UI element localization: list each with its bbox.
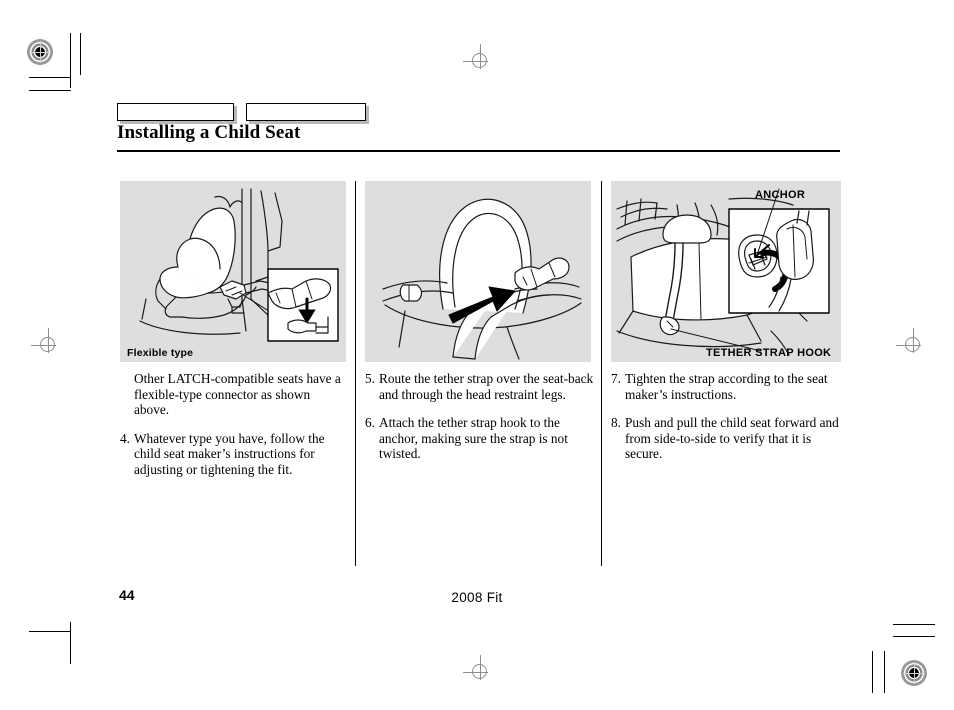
illustration-panel-flexible-type bbox=[120, 181, 346, 362]
paragraph: 4. Whatever type you have, follow the ch… bbox=[120, 431, 345, 478]
paragraph-number: 7. bbox=[611, 371, 621, 386]
registration-crosshair-top-center bbox=[463, 44, 497, 78]
paragraph-number: 5. bbox=[365, 371, 375, 386]
paragraph-text: Route the tether strap over the seat-bac… bbox=[379, 371, 594, 402]
crop-mark-top-left-vertical-outer bbox=[80, 33, 81, 75]
paragraph-text: Other LATCH-compatible seats have a flex… bbox=[134, 371, 341, 418]
registration-crosshair-left bbox=[31, 328, 65, 362]
registration-crosshair-right bbox=[896, 328, 930, 362]
crop-mark-bottom-right-horizontal-outer bbox=[893, 624, 935, 625]
paragraph-number: 8. bbox=[611, 415, 621, 431]
paragraph-text: Whatever type you have, follow the child… bbox=[134, 430, 325, 477]
crop-mark-top-left-horizontal-outer bbox=[29, 90, 71, 91]
footer-model-year: 2008 Fit bbox=[451, 590, 503, 605]
paragraph-text: Tighten the strap according to the seat … bbox=[625, 371, 828, 402]
header-tab-1[interactable] bbox=[117, 103, 234, 121]
registration-target-top-left bbox=[27, 39, 53, 65]
paragraph-number: 6. bbox=[365, 415, 375, 431]
callout-label-anchor: ANCHOR bbox=[755, 189, 806, 201]
paragraph-text: Attach the tether strap hook to the anch… bbox=[379, 415, 568, 462]
illustration-panel-tether-routing bbox=[365, 181, 591, 362]
callout-label-tether-strap-hook: TETHER STRAP HOOK bbox=[706, 347, 832, 359]
paragraph: 7. Tighten the strap according to the se… bbox=[611, 371, 841, 402]
registration-crosshair-bottom-center bbox=[463, 655, 497, 689]
header-tab-2[interactable] bbox=[246, 103, 366, 121]
title-underline-rule bbox=[117, 150, 840, 152]
crop-mark-top-left-horizontal bbox=[29, 77, 71, 78]
paragraph: Other LATCH-compatible seats have a flex… bbox=[120, 371, 345, 418]
crop-mark-bottom-left-horizontal bbox=[29, 631, 71, 632]
text-column-right: 7. Tighten the strap according to the se… bbox=[611, 371, 841, 475]
text-column-left: Other LATCH-compatible seats have a flex… bbox=[120, 371, 345, 491]
column-divider-2 bbox=[601, 181, 602, 566]
crop-mark-bottom-right-vertical bbox=[884, 651, 885, 693]
panel-caption-flexible-type: Flexible type bbox=[127, 347, 194, 359]
paragraph-number: 4. bbox=[120, 430, 130, 446]
column-divider-1 bbox=[355, 181, 356, 566]
crop-mark-top-left-vertical bbox=[70, 33, 71, 88]
illustration-panel-anchor bbox=[611, 181, 841, 362]
paragraph-text: Push and pull the child seat forward and… bbox=[625, 415, 839, 462]
paragraph: 5. Route the tether strap over the seat-… bbox=[365, 371, 595, 402]
registration-target-bottom-right bbox=[901, 660, 927, 686]
crop-mark-bottom-left-vertical bbox=[70, 622, 71, 664]
text-column-middle: 5. Route the tether strap over the seat-… bbox=[365, 371, 595, 475]
paragraph: 8. Push and pull the child seat forward … bbox=[611, 415, 841, 462]
page-title: Installing a Child Seat bbox=[117, 122, 301, 143]
paragraph: 6. Attach the tether strap hook to the a… bbox=[365, 415, 595, 462]
crop-mark-bottom-right-vertical-outer bbox=[872, 651, 873, 693]
crop-mark-bottom-right-horizontal bbox=[893, 636, 935, 637]
